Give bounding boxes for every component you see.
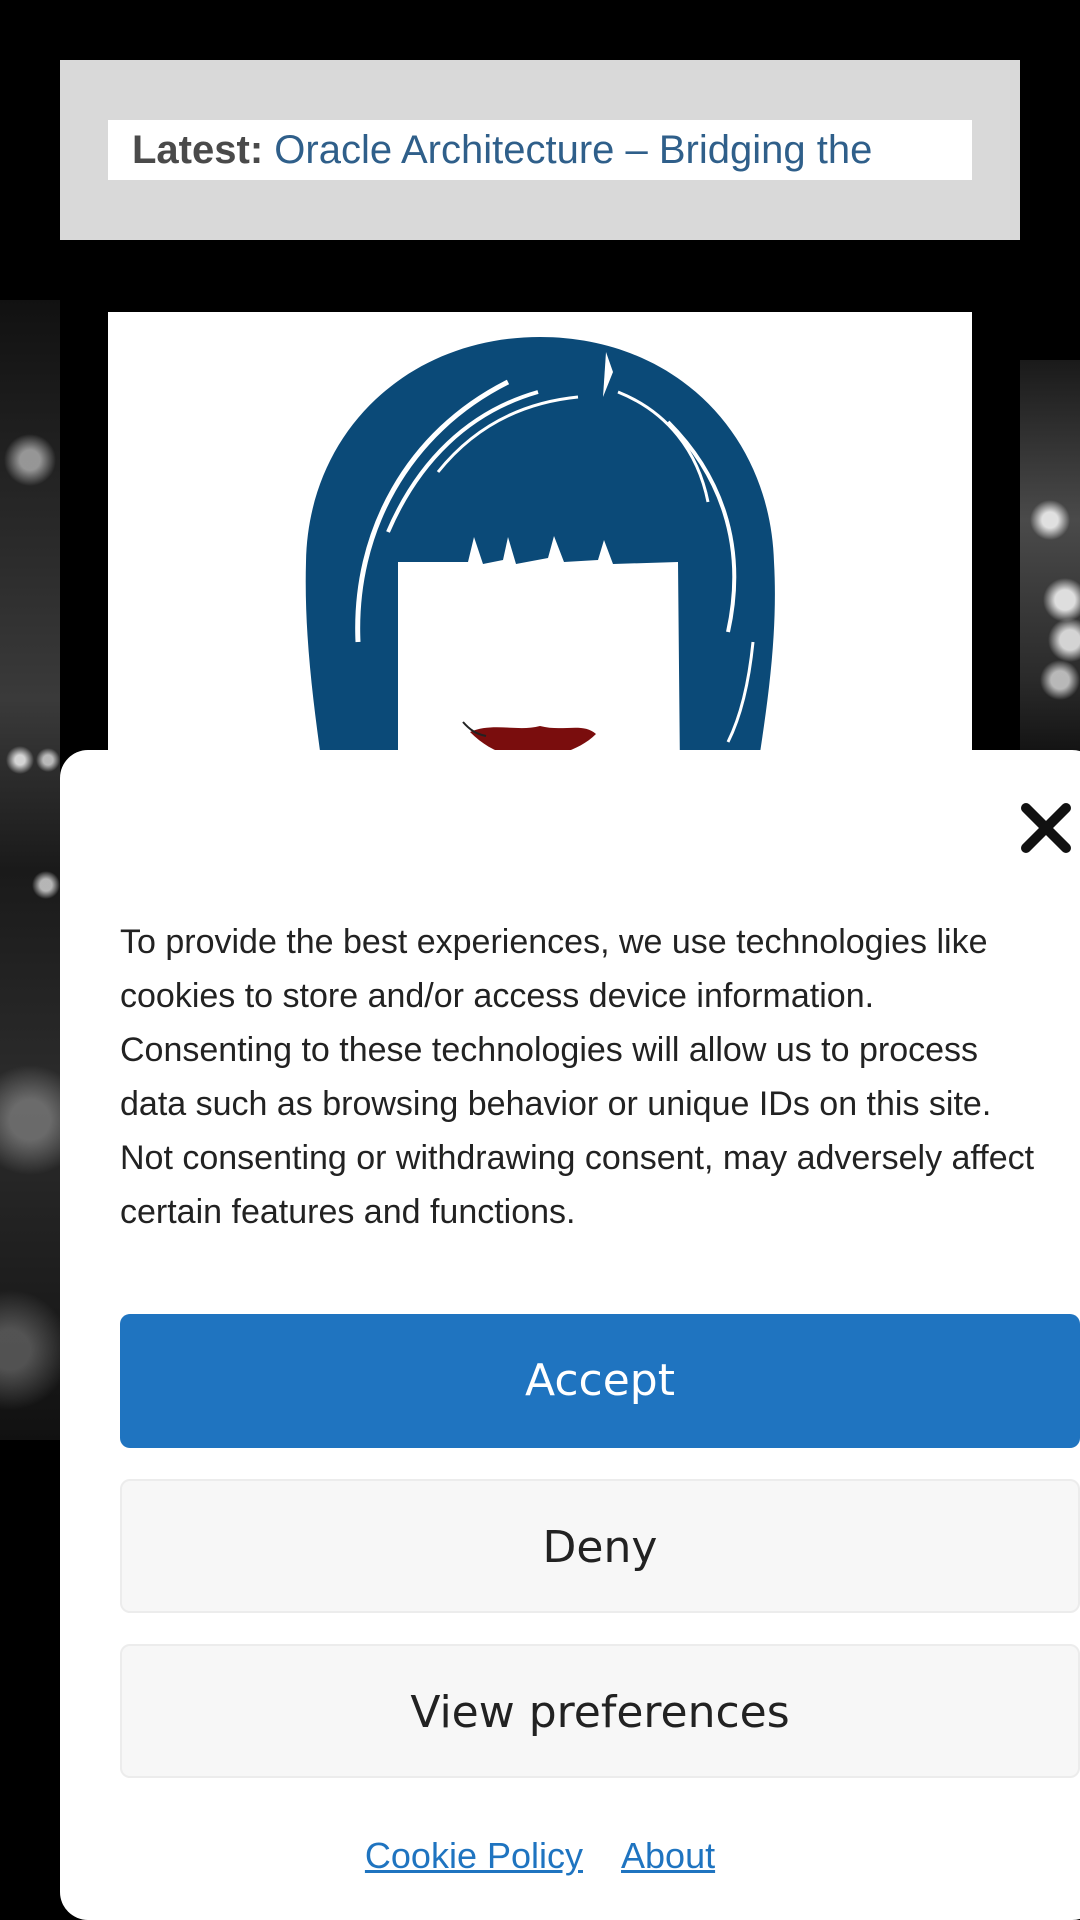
view-preferences-button[interactable]: View preferences <box>120 1644 1080 1778</box>
accept-button[interactable]: Accept <box>120 1314 1080 1448</box>
deny-button[interactable]: Deny <box>120 1479 1080 1613</box>
woman-with-bob-haircut-logo-icon <box>305 337 775 772</box>
page: Latest: Oracle Architecture – Bridging t… <box>0 0 1080 1920</box>
about-link[interactable]: About <box>621 1835 715 1876</box>
latest-ticker: Latest: Oracle Architecture – Bridging t… <box>60 60 1020 240</box>
background-bokeh-left <box>0 300 60 1440</box>
background-bokeh-right <box>1020 360 1080 760</box>
site-logo[interactable] <box>108 312 972 772</box>
ticker-label: Latest: <box>132 128 264 172</box>
cookie-footer-links: Cookie Policy About <box>0 1835 1080 1877</box>
cookie-consent-dialog: To provide the best experiences, we use … <box>60 750 1080 1920</box>
ticker-bar: Latest: Oracle Architecture – Bridging t… <box>108 120 972 180</box>
cookie-policy-link[interactable]: Cookie Policy <box>365 1835 583 1876</box>
ticker-headline-link[interactable]: Oracle Architecture – Bridging the <box>274 128 872 172</box>
close-icon[interactable] <box>1020 802 1072 854</box>
cookie-message: To provide the best experiences, we use … <box>120 923 1035 1231</box>
